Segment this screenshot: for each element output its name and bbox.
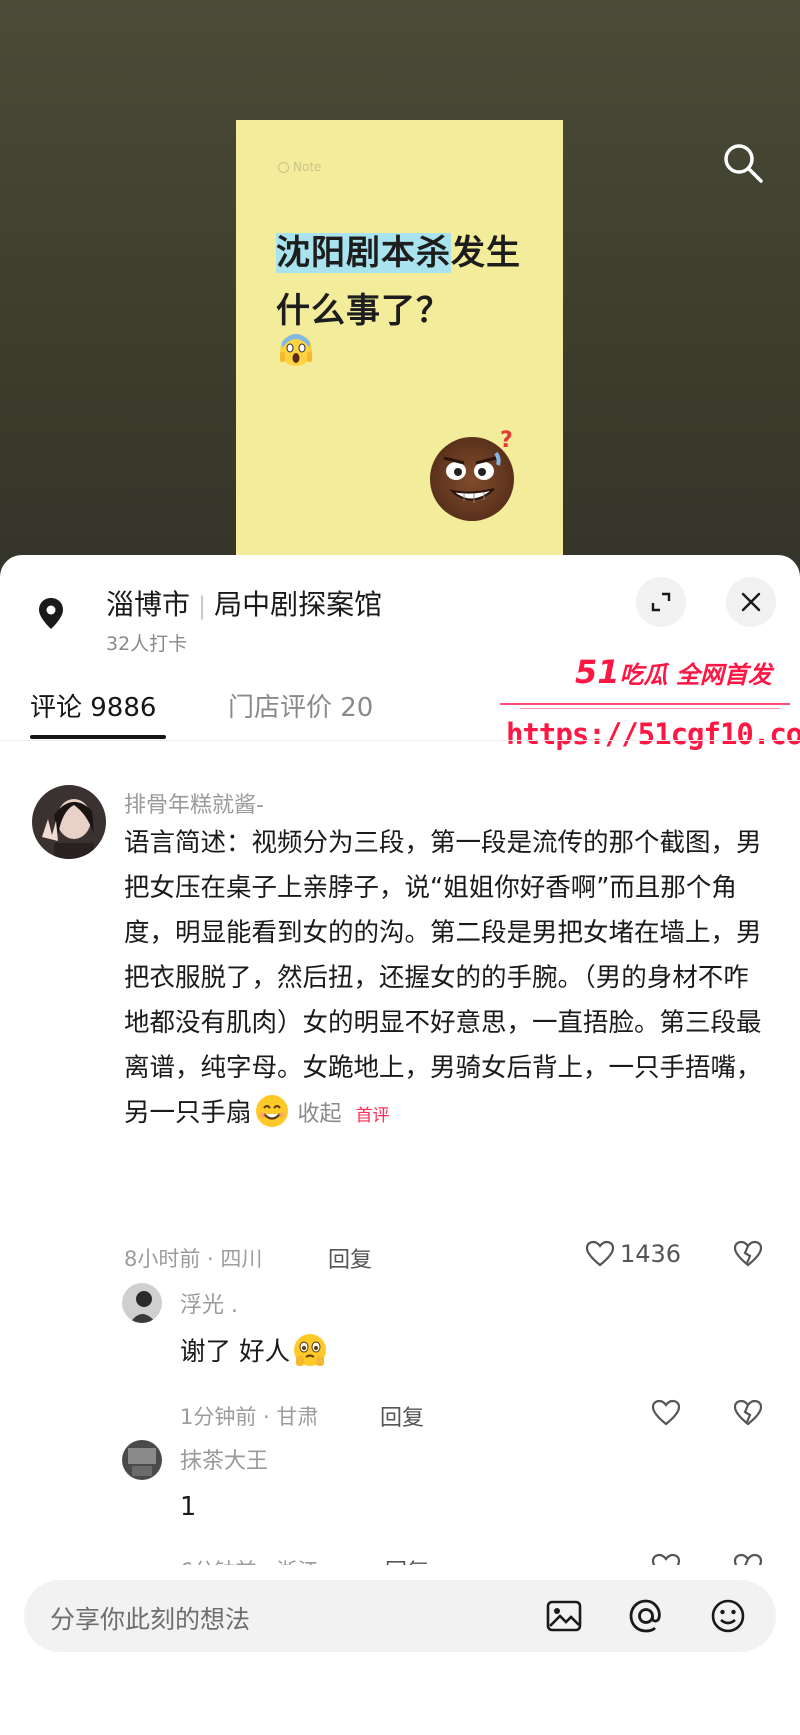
broken-heart-icon[interactable] <box>732 1397 764 1429</box>
expand-icon <box>651 592 671 612</box>
note-card: Note 沈阳剧本杀发生什么事了？ ? <box>236 120 563 565</box>
reply-text: 1 <box>180 1492 197 1522</box>
grateful-face-icon <box>294 1334 327 1366</box>
reply-username[interactable]: 抹茶大王 <box>180 1443 268 1475</box>
reply-button[interactable]: 回复 <box>328 1242 372 1274</box>
smiling-face-icon <box>255 1095 288 1127</box>
heart-icon[interactable] <box>650 1397 682 1429</box>
checkin-count: 32人打卡 <box>106 633 188 655</box>
avatar[interactable] <box>32 785 106 859</box>
expand-button[interactable] <box>636 577 686 627</box>
tab-comments[interactable]: 评论 9886 <box>30 687 156 724</box>
reply-username[interactable]: 浮光 . <box>180 1287 238 1319</box>
close-icon <box>741 592 761 612</box>
note-title-highlight: 沈阳剧本杀 <box>276 233 451 273</box>
first-comment-badge: 首评 <box>355 1106 390 1126</box>
location-title[interactable]: 淄博市 | 局中剧探案馆 <box>106 583 382 623</box>
comment-username[interactable]: 排骨年糕就酱- <box>124 787 264 819</box>
svg-text:?: ? <box>500 428 513 453</box>
emoji-icon[interactable] <box>708 1596 748 1636</box>
broken-heart-icon[interactable] <box>732 1238 764 1270</box>
screaming-face-icon <box>280 334 312 366</box>
reply-button[interactable]: 回复 <box>380 1400 424 1432</box>
note-title: 沈阳剧本杀发生什么事了？ <box>276 224 536 340</box>
nervous-face-icon: ? <box>430 428 514 521</box>
comments-sheet: 淄博市 | 局中剧探案馆 32人打卡 51吃瓜 全网首发 https://51cgf… <box>0 555 800 1735</box>
heart-icon <box>585 1240 615 1267</box>
comment-input[interactable]: 分享你此刻的想法 <box>24 1580 776 1652</box>
note-logo-icon <box>278 161 289 173</box>
comment-meta: 8小时前 · 四川 <box>124 1247 263 1271</box>
image-icon[interactable] <box>544 1596 584 1636</box>
like-button[interactable]: 1436 <box>584 1238 681 1270</box>
location-pin-icon <box>39 598 63 629</box>
like-count: 1436 <box>620 1240 682 1268</box>
tab-bar: 评论 9886 门店评价 20 <box>0 675 800 741</box>
mention-icon[interactable] <box>626 1596 666 1636</box>
collapse-link[interactable]: 收起 <box>298 1102 342 1127</box>
reply-meta: 1分钟前 · 甘肃 <box>180 1405 319 1429</box>
search-icon[interactable] <box>718 138 768 188</box>
tab-store-reviews[interactable]: 门店评价 20 <box>228 687 373 724</box>
reply-text: 谢了 好人 <box>180 1330 328 1375</box>
location-header[interactable]: 淄博市 | 局中剧探案馆 32人打卡 <box>0 555 800 655</box>
close-button[interactable] <box>726 577 776 627</box>
avatar[interactable] <box>122 1283 162 1323</box>
note-logo: Note <box>278 160 321 174</box>
comment-text: 语言简述：视频分为三段，第一段是流传的那个截图，男把女压在桌子上亲脖子，说“姐姐… <box>124 828 762 1128</box>
active-tab-indicator <box>30 735 166 739</box>
avatar[interactable] <box>122 1440 162 1480</box>
title-separator: | <box>198 592 207 620</box>
comment-input-placeholder: 分享你此刻的想法 <box>50 1605 251 1634</box>
